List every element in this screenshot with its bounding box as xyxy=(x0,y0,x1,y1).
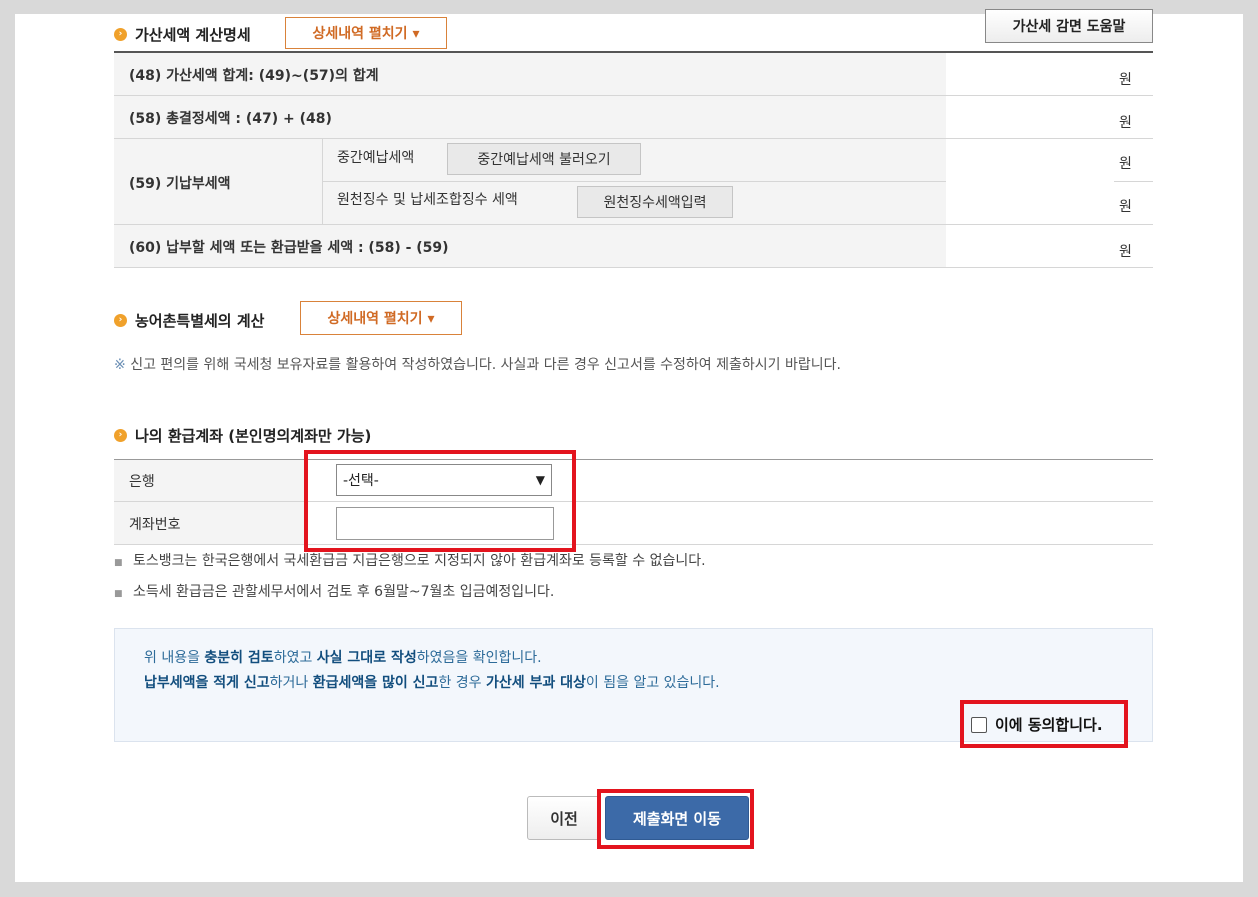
prev-button[interactable]: 이전 xyxy=(527,796,601,840)
unit-won: 원 xyxy=(1119,72,1132,88)
notice-text-line: ※ 신고 편의를 위해 국세청 보유자료를 활용하여 작성하였습니다. 사실과 … xyxy=(114,354,841,374)
unit-won: 원 xyxy=(1119,199,1132,215)
section-bullet-icon: › xyxy=(114,314,127,327)
confirm-line-2: 납부세액을 적게 신고하거나 환급세액을 많이 신고한 경우 가산세 부과 대상… xyxy=(144,675,720,691)
account-label: 계좌번호 xyxy=(129,517,181,533)
penalty-help-button[interactable]: 가산세 감면 도움말 xyxy=(985,9,1153,43)
withholding-tax-input-button[interactable]: 원천징수세액입력 xyxy=(577,186,733,218)
section-title: 나의 환급계좌 (본인명의계좌만 가능) xyxy=(135,427,372,445)
list-bullet-icon: ■ xyxy=(114,558,123,568)
section-title: 가산세액 계산명세 xyxy=(135,26,251,44)
penalty-expand-button[interactable]: 상세내역 펼치기 ▾ xyxy=(285,17,447,49)
section-refund-head: › 나의 환급계좌 (본인명의계좌만 가능) xyxy=(114,425,371,446)
table-row: (58) 총결정세액 : (47) + (48) 원 xyxy=(114,96,1153,139)
confirm-box: 위 내용을 충분히 검토하였고 사실 그대로 작성하였음을 확인합니다. 납부세… xyxy=(114,628,1153,742)
table-row: (59) 기납부세액 중간예납세액 중간예납세액 불러오기 원 원천징수 및 납… xyxy=(114,139,1153,225)
sub-label: 원천징수 및 납세조합징수 세액 xyxy=(337,192,518,208)
row-label: (60) 납부할 세액 또는 환급받을 세액 : (58) - (59) xyxy=(129,240,449,256)
section-bullet-icon: › xyxy=(114,429,127,442)
sub-label: 중간예납세액 xyxy=(337,150,415,166)
bank-select[interactable]: -선택- ▼ xyxy=(336,464,552,496)
notice-mark-icon: ※ xyxy=(114,357,126,373)
row-label: (48) 가산세액 합계: (49)~(57)의 합계 xyxy=(129,68,379,84)
row-label: (58) 총결정세액 : (47) + (48) xyxy=(129,111,332,127)
unit-won: 원 xyxy=(1119,244,1132,260)
account-number-input[interactable] xyxy=(336,507,554,540)
unit-won: 원 xyxy=(1119,156,1132,172)
section-penalty-head: › 가산세액 계산명세 xyxy=(114,24,251,45)
table-row: 계좌번호 xyxy=(114,502,1153,545)
section-rural-head: › 농어촌특별세의 계산 xyxy=(114,310,264,331)
section-title: 농어촌특별세의 계산 xyxy=(135,312,265,330)
table-row: 은행 xyxy=(114,460,1153,502)
rural-expand-button[interactable]: 상세내역 펼치기 ▾ xyxy=(300,301,462,335)
bank-label: 은행 xyxy=(129,474,155,490)
refund-note-2: ■ 소득세 환급금은 관할세무서에서 검토 후 6월말~7월초 입금예정입니다. xyxy=(114,584,555,600)
unit-won: 원 xyxy=(1119,115,1132,131)
agree-checkbox-row[interactable]: 이에 동의합니다. xyxy=(971,714,1103,735)
load-prepaid-tax-button[interactable]: 중간예납세액 불러오기 xyxy=(447,143,641,175)
page: › 가산세액 계산명세 상세내역 펼치기 ▾ 가산세 감면 도움말 (48) 가… xyxy=(15,9,1243,882)
list-bullet-icon: ■ xyxy=(114,589,123,599)
row-label: (59) 기납부세액 xyxy=(129,176,231,192)
section-bullet-icon: › xyxy=(114,28,127,41)
confirm-line-1: 위 내용을 충분히 검토하였고 사실 그대로 작성하였음을 확인합니다. xyxy=(144,650,542,666)
table-row: (48) 가산세액 합계: (49)~(57)의 합계 원 xyxy=(114,53,1153,96)
table-row: (60) 납부할 세액 또는 환급받을 세액 : (58) - (59) 원 xyxy=(114,225,1153,268)
refund-note-1: ■ 토스뱅크는 한국은행에서 국세환급금 지급은행으로 지정되지 않아 환급계좌… xyxy=(114,553,706,569)
chevron-down-icon: ▼ xyxy=(535,473,545,487)
agree-label[interactable]: 이에 동의합니다. xyxy=(995,714,1103,735)
notice-text: 신고 편의를 위해 국세청 보유자료를 활용하여 작성하였습니다. 사실과 다른… xyxy=(130,357,841,373)
agree-checkbox[interactable] xyxy=(971,716,987,733)
submit-button[interactable]: 제출화면 이동 xyxy=(605,796,749,840)
bank-select-value: -선택- xyxy=(343,473,379,489)
